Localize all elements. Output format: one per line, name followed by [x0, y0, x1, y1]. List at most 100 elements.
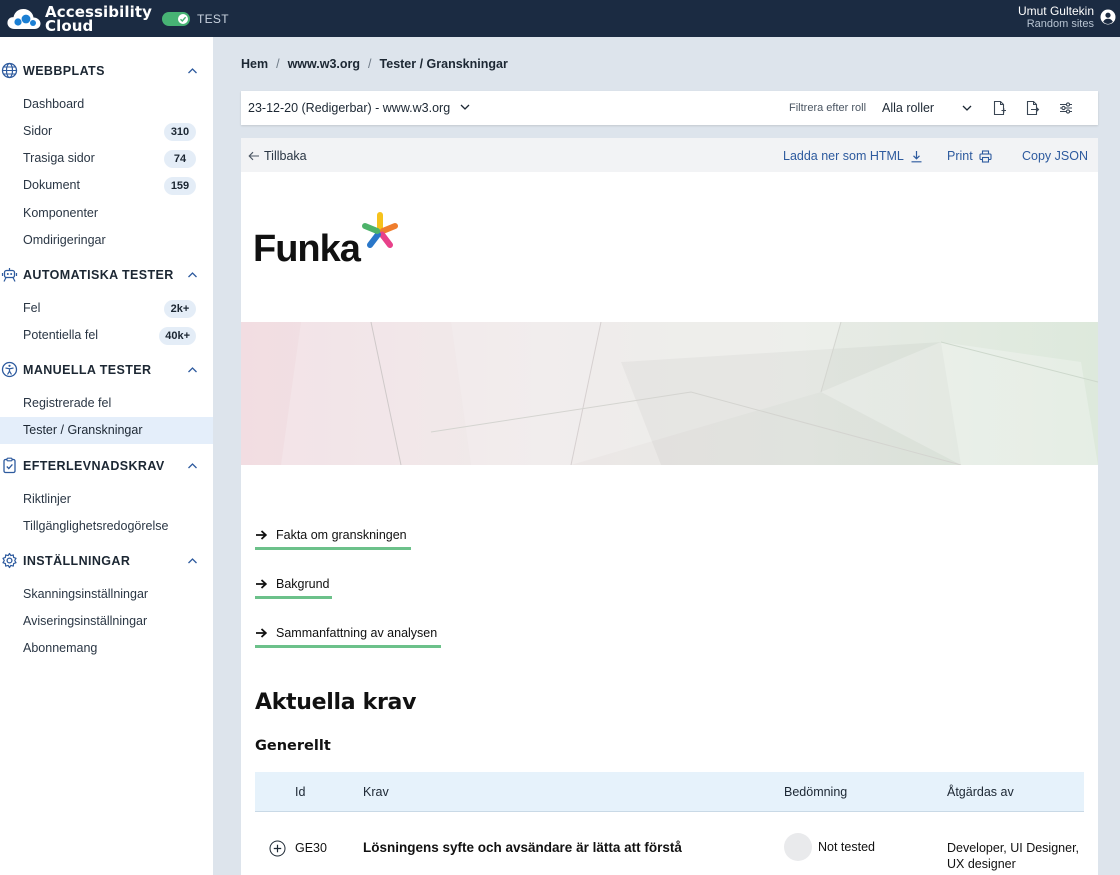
clipboard-check-icon: [3, 457, 16, 474]
sidebar-item-skanningsinstallningar[interactable]: Skanningsinställningar: [0, 581, 213, 608]
sidebar-item-aviseringsinstallningar[interactable]: Aviseringsinställningar: [0, 608, 213, 635]
sidebar-item-omdirigeringar[interactable]: Omdirigeringar: [0, 227, 213, 254]
arrow-right-icon: [256, 628, 267, 638]
count-badge: 159: [164, 177, 196, 195]
sidebar: WEBBPLATS Dashboard Sidor 310 Trasiga sid…: [0, 37, 213, 875]
test-selector[interactable]: 23-12-20 (Redigerbar) - www.w3.org: [248, 101, 450, 115]
top-bar: Accessibility Cloud TEST Umut Gultekin R…: [0, 0, 1120, 37]
brand-name: Accessibility Cloud: [45, 4, 152, 35]
sidebar-item-riktlinjer[interactable]: Riktlinjer: [0, 486, 213, 513]
requirement-title[interactable]: Lösningens syfte och avsändare är lätta …: [363, 840, 682, 855]
sidebar-item-label: Sidor: [23, 124, 53, 138]
toggle-knob: [177, 13, 188, 24]
requirement-id: GE30: [295, 841, 327, 855]
count-badge: 40k+: [159, 327, 196, 345]
environment-toggle[interactable]: [161, 11, 190, 26]
role-filter-label: Filtrera efter roll: [789, 102, 867, 114]
check-icon: [179, 16, 187, 22]
sidebar-item-label: Komponenter: [23, 206, 99, 220]
app-logo[interactable]: Accessibility Cloud: [6, 4, 152, 35]
sidebar-item-label: Trasiga sidor: [23, 151, 95, 165]
settings-sliders-icon[interactable]: [1058, 100, 1074, 116]
sidebar-section-manuella-tester[interactable]: MANUELLA TESTER: [0, 358, 213, 382]
cloud-logo-icon: [7, 8, 41, 29]
assessment-status: Not tested: [818, 840, 875, 854]
sidebar-item-label: Dokument: [23, 178, 80, 192]
section-title: AUTOMATISKA TESTER: [23, 268, 174, 282]
role-filter-select[interactable]: Alla roller: [882, 101, 934, 115]
funka-logo: Funka: [253, 210, 402, 268]
new-document-icon[interactable]: [991, 100, 1007, 116]
sidebar-item-tester-granskningar[interactable]: Tester / Granskningar: [0, 417, 213, 444]
section-title: EFTERLEVNADSKRAV: [23, 459, 165, 473]
sidebar-item-label: Dashboard: [23, 97, 85, 111]
sidebar-item-label: Skanningsinställningar: [23, 587, 149, 601]
sidebar-item-komponenter[interactable]: Komponenter: [0, 200, 213, 227]
toc-link-sammanfattning[interactable]: Sammanfattning av analysen: [255, 626, 441, 648]
requirements-table-header: Id Krav Bedömning Åtgärdas av: [255, 772, 1084, 812]
sidebar-item-dokument[interactable]: Dokument 159: [0, 172, 213, 199]
accessibility-person-icon: [1, 361, 18, 378]
count-badge: 2k+: [164, 300, 196, 318]
breadcrumb-home[interactable]: Hem: [241, 57, 268, 71]
sidebar-item-label: Registrerade fel: [23, 396, 112, 410]
user-avatar-icon[interactable]: [1100, 9, 1116, 25]
sidebar-item-dashboard[interactable]: Dashboard: [0, 91, 213, 118]
sidebar-item-label: Abonnemang: [23, 641, 98, 655]
sidebar-item-label: Tester / Granskningar: [23, 423, 143, 437]
subsection-heading: Generellt: [255, 738, 331, 754]
arrow-right-icon: [256, 530, 267, 540]
sidebar-item-sidor[interactable]: Sidor 310: [0, 118, 213, 145]
chevron-up-icon[interactable]: [187, 461, 198, 471]
back-button[interactable]: Tillbaka: [248, 149, 307, 163]
sidebar-item-trasiga-sidor[interactable]: Trasiga sidor 74: [0, 145, 213, 172]
section-title: MANUELLA TESTER: [23, 363, 152, 377]
report-content: Funka Fakta om granskningen Bakgrund Sam…: [241, 172, 1098, 875]
expand-plus-icon[interactable]: [269, 840, 286, 857]
chevron-down-icon[interactable]: [962, 104, 972, 112]
user-name: Umut Gultekin: [1017, 4, 1094, 18]
sidebar-section-efterlevnadskrav[interactable]: EFTERLEVNADSKRAV: [0, 454, 213, 478]
chevron-up-icon[interactable]: [187, 365, 198, 375]
sidebar-item-abonnemang[interactable]: Abonnemang: [0, 635, 213, 662]
toc-link-fakta[interactable]: Fakta om granskningen: [255, 528, 411, 550]
funka-logo-text: Funka: [253, 228, 361, 270]
sidebar-section-automatiska-tester[interactable]: AUTOMATISKA TESTER: [0, 263, 213, 287]
chevron-up-icon[interactable]: [187, 66, 198, 76]
print-button[interactable]: Print: [947, 149, 992, 163]
back-label: Tillbaka: [264, 149, 307, 163]
column-header-atgardas: Åtgärdas av: [947, 785, 1014, 799]
responsible-roles-line: Developer, UI Designer,: [947, 841, 1080, 855]
assessment-status-indicator[interactable]: [784, 833, 812, 861]
download-label: Ladda ner som HTML: [783, 149, 904, 163]
abstract-paper-pattern: [281, 322, 1098, 465]
sidebar-section-webbplats[interactable]: WEBBPLATS: [0, 59, 213, 83]
chevron-up-icon[interactable]: [187, 556, 198, 566]
print-label: Print: [947, 149, 973, 163]
user-menu[interactable]: Umut Gultekin Random sites: [1018, 4, 1094, 31]
toc-underline: [255, 547, 411, 550]
sidebar-section-installningar[interactable]: INSTÄLLNINGAR: [0, 549, 213, 573]
chevron-down-icon[interactable]: [460, 103, 470, 111]
copy-json-label: Copy JSON: [1022, 149, 1088, 163]
sidebar-item-label: Tillgänglighetsredogörelse: [23, 519, 169, 533]
count-badge: 310: [164, 123, 196, 141]
sidebar-item-tillganglighetsredogorelse[interactable]: Tillgänglighetsredogörelse: [0, 513, 213, 540]
copy-json-button[interactable]: Copy JSON: [1022, 149, 1088, 163]
breadcrumb-separator: /: [276, 57, 280, 71]
sidebar-item-potentiella-fel[interactable]: Potentiella fel 40k+: [0, 322, 213, 349]
hero-banner-image: [241, 322, 1098, 465]
download-html-button[interactable]: Ladda ner som HTML: [783, 149, 923, 163]
breadcrumb-site[interactable]: www.w3.org: [288, 57, 360, 71]
breadcrumb-current: Tester / Granskningar: [379, 57, 508, 71]
toc-label: Bakgrund: [276, 577, 330, 591]
table-row[interactable]: GE30 Lösningens syfte och avsändare är l…: [255, 813, 1084, 875]
toc-link-bakgrund[interactable]: Bakgrund: [255, 577, 332, 599]
sidebar-item-registrerade-fel[interactable]: Registrerade fel: [0, 390, 213, 417]
count-badge: 74: [164, 150, 196, 168]
brand-line-2: Cloud: [45, 16, 94, 35]
sidebar-item-fel[interactable]: Fel 2k+: [0, 295, 213, 322]
export-document-icon[interactable]: [1024, 100, 1040, 116]
sidebar-item-label: Riktlinjer: [23, 492, 71, 506]
chevron-up-icon[interactable]: [187, 270, 198, 280]
